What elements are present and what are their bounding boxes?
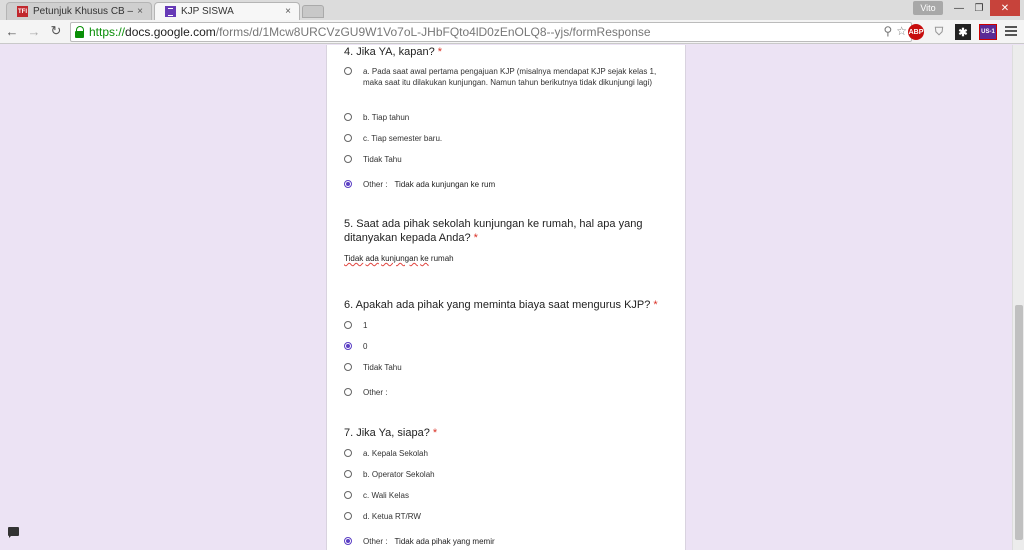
- required-asterisk: *: [653, 299, 658, 311]
- us-extension-icon[interactable]: US-1: [979, 24, 997, 40]
- q6-option-other[interactable]: Other :: [344, 387, 664, 398]
- radio-button[interactable]: [344, 67, 352, 75]
- radio-button-selected[interactable]: [344, 537, 352, 545]
- option-label: b. Tiap tahun: [363, 113, 410, 122]
- reload-icon[interactable]: ↻: [48, 23, 64, 39]
- page-viewport: 4. Jika YA, kapan? * a. Pada saat awal p…: [0, 45, 1024, 550]
- tab-label: Petunjuk Khusus CB – Pro: [33, 6, 134, 17]
- q4-option-other[interactable]: Other : Tidak ada kunjungan ke rum: [344, 179, 664, 190]
- q6-option-0[interactable]: 0: [344, 341, 664, 352]
- browser-toolbar: ← → ↻ https:// docs.google.com /forms/d/…: [0, 20, 1024, 44]
- scrollbar-thumb[interactable]: [1015, 305, 1023, 540]
- radio-button-selected[interactable]: [344, 180, 352, 188]
- q4-option-tidak-tahu[interactable]: Tidak Tahu: [344, 154, 664, 165]
- radio-button[interactable]: [344, 113, 352, 121]
- back-arrow-icon[interactable]: ←: [4, 23, 20, 39]
- required-asterisk: *: [437, 46, 443, 58]
- radio-button[interactable]: [344, 321, 352, 329]
- omnibox-actions: ⚲ ☆: [883, 24, 907, 38]
- radio-button[interactable]: [344, 449, 352, 457]
- radio-button[interactable]: [344, 155, 352, 163]
- minimize-icon[interactable]: —: [950, 0, 968, 16]
- adblock-icon[interactable]: ABP: [908, 24, 924, 40]
- url-host: docs.google.com: [125, 25, 216, 39]
- address-bar[interactable]: https:// docs.google.com /forms/d/1Mcw8U…: [70, 22, 912, 42]
- q6-option-tidak-tahu[interactable]: Tidak Tahu: [344, 362, 664, 373]
- close-icon[interactable]: ×: [285, 6, 291, 17]
- q7-option-a[interactable]: a. Kepala Sekolah: [344, 448, 664, 459]
- hamburger-menu-icon[interactable]: [1005, 26, 1017, 36]
- required-asterisk: *: [473, 232, 478, 244]
- user-profile-badge[interactable]: Vito: [913, 1, 943, 15]
- window-close-icon[interactable]: ✕: [990, 0, 1020, 16]
- tab-label: KJP SISWA: [181, 6, 234, 17]
- q6-option-1[interactable]: 1: [344, 320, 664, 331]
- option-label: c. Tiap semester baru.: [363, 134, 443, 143]
- url-scheme: https://: [89, 25, 126, 39]
- q5-answer-input[interactable]: Tidak ada kunjungan ke rumah: [344, 254, 454, 263]
- option-label: c. Wali Kelas: [363, 491, 409, 500]
- close-icon[interactable]: ×: [137, 6, 143, 17]
- new-tab-button[interactable]: [302, 5, 324, 18]
- option-label: 1: [363, 321, 368, 330]
- url-path: /forms/d/1Mcw8URCVzGU9W1Vo7oL-JHbFQto4lD…: [215, 25, 651, 39]
- tfi-favicon-icon: TFI: [17, 6, 28, 17]
- other-text-input[interactable]: Tidak ada kunjungan ke rum: [394, 179, 495, 190]
- form-card: 4. Jika YA, kapan? * a. Pada saat awal p…: [326, 45, 686, 550]
- question-6-title: 6. Apakah ada pihak yang meminta biaya s…: [344, 299, 658, 311]
- forward-arrow-icon[interactable]: →: [26, 23, 42, 39]
- google-forms-icon: [165, 6, 176, 17]
- bookmark-star-icon[interactable]: ☆: [896, 24, 907, 38]
- radio-button[interactable]: [344, 134, 352, 142]
- q7-option-d[interactable]: d. Ketua RT/RW: [344, 511, 664, 522]
- option-label: b. Operator Sekolah: [363, 470, 435, 479]
- radio-button[interactable]: [344, 491, 352, 499]
- q4-option-b[interactable]: b. Tiap tahun: [344, 112, 664, 123]
- option-label: 0: [363, 342, 368, 351]
- shield-icon[interactable]: ⛉: [932, 24, 946, 40]
- maximize-icon[interactable]: ❐: [970, 0, 988, 16]
- other-text-input[interactable]: Tidak ada pihak yang memir: [394, 536, 494, 547]
- q4-option-a[interactable]: a. Pada saat awal pertama pengajuan KJP …: [344, 66, 664, 88]
- radio-button-selected[interactable]: [344, 342, 352, 350]
- radio-button[interactable]: [344, 512, 352, 520]
- option-label: d. Ketua RT/RW: [363, 512, 421, 521]
- extension-star-icon[interactable]: ✱: [955, 24, 971, 40]
- q7-option-b[interactable]: b. Operator Sekolah: [344, 469, 664, 480]
- radio-button[interactable]: [344, 388, 352, 396]
- option-label: Other :: [363, 388, 388, 397]
- title-bar: TFI Petunjuk Khusus CB – Pro × KJP SISWA…: [0, 0, 1024, 20]
- option-label: Tidak Tahu: [363, 363, 402, 372]
- question-7-title: 7. Jika Ya, siapa? *: [344, 427, 438, 439]
- search-icon[interactable]: ⚲: [883, 24, 892, 38]
- radio-button[interactable]: [344, 363, 352, 371]
- option-label: a. Kepala Sekolah: [363, 449, 428, 458]
- vertical-scrollbar[interactable]: [1012, 45, 1024, 550]
- q7-option-other[interactable]: Other : Tidak ada pihak yang memir: [344, 536, 664, 547]
- q7-option-c[interactable]: c. Wali Kelas: [344, 490, 664, 501]
- option-label: Other :: [363, 180, 388, 189]
- option-label: a. Pada saat awal pertama pengajuan KJP …: [363, 67, 657, 87]
- tab-kjp-siswa[interactable]: KJP SISWA ×: [154, 2, 300, 20]
- question-5-title: 5. Saat ada pihak sekolah kunjungan ke r…: [344, 218, 643, 244]
- required-asterisk: *: [432, 427, 438, 439]
- question-4-title: 4. Jika YA, kapan? *: [344, 46, 443, 58]
- tab-petunjuk-khusus[interactable]: TFI Petunjuk Khusus CB – Pro ×: [6, 2, 152, 20]
- option-label: Tidak Tahu: [363, 155, 402, 164]
- feedback-icon[interactable]: [8, 527, 19, 538]
- q4-option-c[interactable]: c. Tiap semester baru.: [344, 133, 664, 144]
- option-label: Other :: [363, 537, 388, 546]
- lock-icon: [75, 26, 85, 38]
- radio-button[interactable]: [344, 470, 352, 478]
